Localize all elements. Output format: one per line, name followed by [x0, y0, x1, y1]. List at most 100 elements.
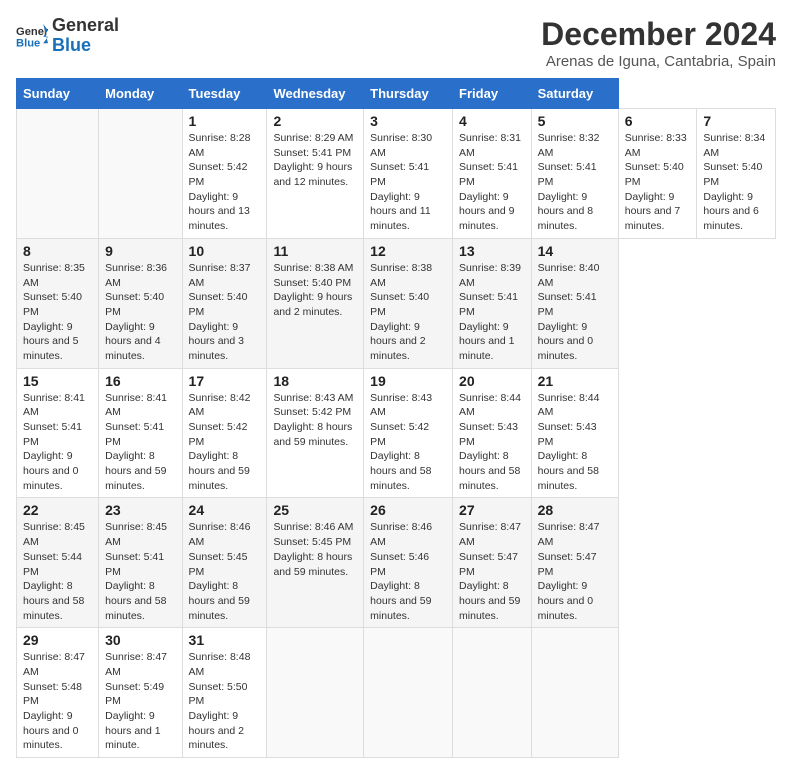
calendar-cell-day-31: 31 Sunrise: 8:48 AMSunset: 5:50 PMDaylig… — [182, 628, 267, 758]
day-info: Sunrise: 8:47 AMSunset: 5:47 PMDaylight:… — [538, 521, 600, 621]
day-info: Sunrise: 8:29 AMSunset: 5:41 PMDaylight:… — [273, 132, 353, 188]
col-monday: Monday — [99, 79, 182, 109]
col-saturday: Saturday — [531, 79, 618, 109]
day-number: 19 — [370, 373, 446, 389]
day-number: 14 — [538, 243, 612, 259]
calendar-row-5: 29 Sunrise: 8:47 AMSunset: 5:48 PMDaylig… — [17, 628, 776, 758]
day-info: Sunrise: 8:38 AMSunset: 5:40 PMDaylight:… — [273, 262, 353, 318]
day-number: 24 — [189, 502, 261, 518]
day-info: Sunrise: 8:46 AMSunset: 5:45 PMDaylight:… — [273, 521, 353, 577]
svg-text:Blue: Blue — [16, 37, 40, 49]
calendar-cell-day-6: 6 Sunrise: 8:33 AMSunset: 5:40 PMDayligh… — [618, 109, 697, 239]
calendar-cell-day-empty — [531, 628, 618, 758]
day-number: 30 — [105, 632, 175, 648]
day-number: 8 — [23, 243, 92, 259]
day-info: Sunrise: 8:44 AMSunset: 5:43 PMDaylight:… — [459, 392, 521, 492]
day-number: 26 — [370, 502, 446, 518]
day-info: Sunrise: 8:45 AMSunset: 5:41 PMDaylight:… — [105, 521, 167, 621]
logo: General Blue General Blue — [16, 16, 119, 56]
page-header: General Blue General Blue December 2024 … — [16, 16, 776, 70]
day-info: Sunrise: 8:43 AMSunset: 5:42 PMDaylight:… — [273, 392, 353, 448]
day-number: 1 — [189, 113, 261, 129]
day-number: 7 — [703, 113, 769, 129]
calendar-cell-day-28: 28 Sunrise: 8:47 AMSunset: 5:47 PMDaylig… — [531, 498, 618, 628]
day-info: Sunrise: 8:38 AMSunset: 5:40 PMDaylight:… — [370, 262, 432, 362]
day-number: 11 — [273, 243, 357, 259]
day-info: Sunrise: 8:39 AMSunset: 5:41 PMDaylight:… — [459, 262, 521, 362]
calendar-cell-day-15: 15 Sunrise: 8:41 AMSunset: 5:41 PMDaylig… — [17, 368, 99, 498]
day-info: Sunrise: 8:34 AMSunset: 5:40 PMDaylight:… — [703, 132, 765, 232]
day-number: 25 — [273, 502, 357, 518]
day-info: Sunrise: 8:28 AMSunset: 5:42 PMDaylight:… — [189, 132, 251, 232]
calendar-body: 1 Sunrise: 8:28 AMSunset: 5:42 PMDayligh… — [17, 109, 776, 758]
day-info: Sunrise: 8:47 AMSunset: 5:49 PMDaylight:… — [105, 651, 167, 751]
empty-cell — [99, 109, 182, 239]
calendar-row-2: 8 Sunrise: 8:35 AMSunset: 5:40 PMDayligh… — [17, 238, 776, 368]
day-info: Sunrise: 8:43 AMSunset: 5:42 PMDaylight:… — [370, 392, 432, 492]
empty-cell — [17, 109, 99, 239]
day-info: Sunrise: 8:41 AMSunset: 5:41 PMDaylight:… — [105, 392, 167, 492]
calendar-cell-day-22: 22 Sunrise: 8:45 AMSunset: 5:44 PMDaylig… — [17, 498, 99, 628]
day-number: 15 — [23, 373, 92, 389]
calendar-cell-day-13: 13 Sunrise: 8:39 AMSunset: 5:41 PMDaylig… — [453, 238, 532, 368]
day-info: Sunrise: 8:46 AMSunset: 5:45 PMDaylight:… — [189, 521, 251, 621]
calendar-cell-day-25: 25 Sunrise: 8:46 AMSunset: 5:45 PMDaylig… — [267, 498, 364, 628]
calendar-cell-day-5: 5 Sunrise: 8:32 AMSunset: 5:41 PMDayligh… — [531, 109, 618, 239]
calendar-header-row: Sunday Monday Tuesday Wednesday Thursday… — [17, 79, 776, 109]
day-info: Sunrise: 8:37 AMSunset: 5:40 PMDaylight:… — [189, 262, 251, 362]
calendar-row-3: 15 Sunrise: 8:41 AMSunset: 5:41 PMDaylig… — [17, 368, 776, 498]
day-number: 12 — [370, 243, 446, 259]
calendar-cell-day-empty — [453, 628, 532, 758]
day-info: Sunrise: 8:40 AMSunset: 5:41 PMDaylight:… — [538, 262, 600, 362]
day-number: 6 — [625, 113, 691, 129]
calendar-cell-day-17: 17 Sunrise: 8:42 AMSunset: 5:42 PMDaylig… — [182, 368, 267, 498]
day-info: Sunrise: 8:41 AMSunset: 5:41 PMDaylight:… — [23, 392, 85, 492]
location-title: Arenas de Iguna, Cantabria, Spain — [541, 53, 776, 70]
calendar-cell-day-11: 11 Sunrise: 8:38 AMSunset: 5:40 PMDaylig… — [267, 238, 364, 368]
day-number: 28 — [538, 502, 612, 518]
col-friday: Friday — [453, 79, 532, 109]
day-info: Sunrise: 8:47 AMSunset: 5:48 PMDaylight:… — [23, 651, 85, 751]
svg-text:General: General — [16, 26, 48, 38]
day-number: 10 — [189, 243, 261, 259]
day-info: Sunrise: 8:46 AMSunset: 5:46 PMDaylight:… — [370, 521, 432, 621]
day-number: 4 — [459, 113, 525, 129]
day-info: Sunrise: 8:35 AMSunset: 5:40 PMDaylight:… — [23, 262, 85, 362]
day-info: Sunrise: 8:31 AMSunset: 5:41 PMDaylight:… — [459, 132, 521, 232]
day-number: 18 — [273, 373, 357, 389]
calendar-cell-day-24: 24 Sunrise: 8:46 AMSunset: 5:45 PMDaylig… — [182, 498, 267, 628]
calendar-cell-day-20: 20 Sunrise: 8:44 AMSunset: 5:43 PMDaylig… — [453, 368, 532, 498]
calendar-cell-day-empty — [267, 628, 364, 758]
day-number: 16 — [105, 373, 175, 389]
day-info: Sunrise: 8:42 AMSunset: 5:42 PMDaylight:… — [189, 392, 251, 492]
calendar-cell-day-27: 27 Sunrise: 8:47 AMSunset: 5:47 PMDaylig… — [453, 498, 532, 628]
day-number: 17 — [189, 373, 261, 389]
day-info: Sunrise: 8:32 AMSunset: 5:41 PMDaylight:… — [538, 132, 600, 232]
calendar-cell-day-16: 16 Sunrise: 8:41 AMSunset: 5:41 PMDaylig… — [99, 368, 182, 498]
day-number: 20 — [459, 373, 525, 389]
logo-icon: General Blue — [16, 22, 48, 50]
day-number: 23 — [105, 502, 175, 518]
col-sunday: Sunday — [17, 79, 99, 109]
calendar-cell-day-10: 10 Sunrise: 8:37 AMSunset: 5:40 PMDaylig… — [182, 238, 267, 368]
calendar-cell-day-3: 3 Sunrise: 8:30 AMSunset: 5:41 PMDayligh… — [364, 109, 453, 239]
calendar-cell-day-empty — [364, 628, 453, 758]
calendar-cell-day-7: 7 Sunrise: 8:34 AMSunset: 5:40 PMDayligh… — [697, 109, 776, 239]
calendar-cell-day-18: 18 Sunrise: 8:43 AMSunset: 5:42 PMDaylig… — [267, 368, 364, 498]
day-number: 2 — [273, 113, 357, 129]
day-number: 5 — [538, 113, 612, 129]
col-wednesday: Wednesday — [267, 79, 364, 109]
day-number: 13 — [459, 243, 525, 259]
calendar-table: Sunday Monday Tuesday Wednesday Thursday… — [16, 78, 776, 758]
calendar-cell-day-23: 23 Sunrise: 8:45 AMSunset: 5:41 PMDaylig… — [99, 498, 182, 628]
day-number: 3 — [370, 113, 446, 129]
day-number: 21 — [538, 373, 612, 389]
calendar-cell-day-14: 14 Sunrise: 8:40 AMSunset: 5:41 PMDaylig… — [531, 238, 618, 368]
day-info: Sunrise: 8:44 AMSunset: 5:43 PMDaylight:… — [538, 392, 600, 492]
calendar-cell-day-1: 1 Sunrise: 8:28 AMSunset: 5:42 PMDayligh… — [182, 109, 267, 239]
calendar-cell-day-19: 19 Sunrise: 8:43 AMSunset: 5:42 PMDaylig… — [364, 368, 453, 498]
day-info: Sunrise: 8:36 AMSunset: 5:40 PMDaylight:… — [105, 262, 167, 362]
calendar-cell-day-12: 12 Sunrise: 8:38 AMSunset: 5:40 PMDaylig… — [364, 238, 453, 368]
calendar-row-4: 22 Sunrise: 8:45 AMSunset: 5:44 PMDaylig… — [17, 498, 776, 628]
col-tuesday: Tuesday — [182, 79, 267, 109]
